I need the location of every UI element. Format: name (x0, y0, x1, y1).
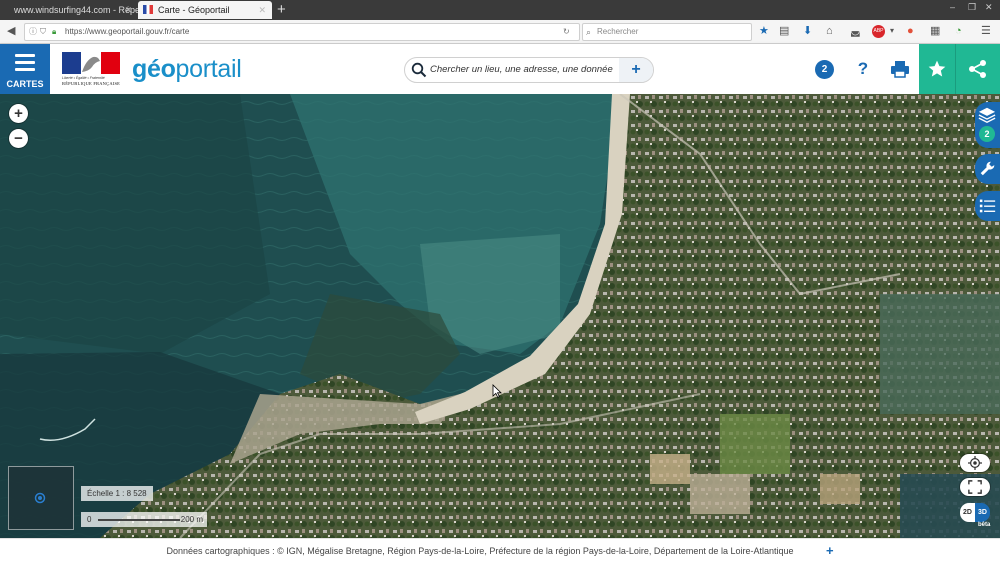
help-button[interactable]: ? (853, 58, 873, 80)
close-tab-icon[interactable]: ✕ (258, 1, 266, 19)
browser-tab-windsurfing[interactable]: www.windsurfing44.com - Répe ✕ (0, 1, 138, 19)
search-icon (411, 62, 427, 78)
scale-label: Échelle 1 : 8 528 (81, 486, 153, 501)
share-button[interactable] (955, 44, 1000, 94)
marianne-tagline: Liberté • Égalité • Fraternité (62, 76, 105, 80)
advanced-search-button[interactable]: + (619, 58, 653, 82)
pocket-icon[interactable]: ◛ (850, 24, 861, 38)
maximize-icon[interactable]: ❐ (968, 2, 976, 13)
scale-bar: 0 200 m (81, 512, 207, 527)
search-icon: ⌕ (586, 27, 592, 37)
search-placeholder: Chercher un lieu, une adresse, une donné… (430, 64, 613, 75)
logo-portail: portail (175, 55, 242, 83)
attribution-footer: Données cartographiques : © IGN, Mégalis… (0, 538, 1000, 564)
overview-minimap[interactable] (8, 466, 74, 530)
bookmark-star-icon[interactable]: ★ (759, 24, 769, 38)
place-search-bar[interactable]: Chercher un lieu, une adresse, une donné… (404, 57, 654, 83)
browser-tab-geoportail[interactable]: Carte - Géoportail ✕ (138, 1, 272, 19)
crosshair-icon (968, 456, 982, 470)
download-icon[interactable]: ⬇ (803, 24, 812, 38)
scale-bar-line (98, 519, 180, 521)
minimize-icon[interactable]: – (950, 2, 955, 12)
browser-toolbar: ◀ ⓘ ⛉ 🔒︎ https://www.geoportail.gouv.fr/… (0, 20, 1000, 44)
list-icon (979, 199, 996, 213)
star-icon (928, 60, 946, 77)
attribution-text: Données cartographiques : © IGN, Mégalis… (166, 546, 794, 556)
republique-francaise-logo[interactable]: Liberté • Égalité • Fraternité RÉPUBLIQU… (62, 52, 120, 88)
refresh-extension-icon[interactable]: ◔ (955, 24, 962, 38)
close-window-icon[interactable]: ✕ (985, 2, 993, 13)
tools-panel-tab[interactable] (975, 154, 1000, 184)
aerial-imagery[interactable] (0, 94, 1000, 538)
print-icon[interactable] (890, 60, 910, 78)
geolocate-button[interactable] (960, 454, 990, 472)
dropdown-icon[interactable]: ▾ (890, 24, 894, 38)
shield-icon[interactable]: ⛉ (40, 25, 46, 39)
hamburger-icon (15, 54, 35, 75)
location-marker-icon (34, 492, 46, 504)
fullscreen-button[interactable] (960, 478, 990, 496)
browser-search-bar[interactable]: ⌕ Rechercher (582, 23, 752, 41)
app-header: CARTES Liberté • Égalité • Fraternité RÉ… (0, 44, 1000, 94)
url-text: https://www.geoportail.gouv.fr/carte (65, 27, 190, 36)
scale-bar-distance: 200 m (180, 515, 203, 524)
favicon-icon (143, 5, 153, 14)
wrench-icon (980, 161, 995, 176)
lock-icon[interactable]: 🔒︎ (52, 25, 56, 39)
mouse-cursor-icon (492, 384, 502, 398)
maps-menu-button[interactable]: CARTES (0, 44, 50, 94)
extension-square-icon[interactable]: ▦ (930, 24, 940, 38)
expand-icon (968, 480, 982, 494)
marianne-republic: RÉPUBLIQUE FRANÇAISE (62, 81, 121, 86)
clipboard-icon[interactable]: ▤ (779, 24, 789, 38)
browser-tab-bar: www.windsurfing44.com - Répe ✕ Carte - G… (0, 0, 1000, 20)
menu-icon[interactable]: ☰ (981, 24, 991, 38)
tab-label: Carte - Géoportail (158, 5, 230, 15)
layers-icon (978, 107, 996, 123)
home-icon[interactable]: ⌂ (826, 24, 833, 38)
geoportail-logo[interactable]: géoportail (132, 54, 242, 84)
layer-count-badge[interactable]: 2 (815, 60, 834, 79)
extension-icon[interactable]: ● (907, 24, 914, 38)
scale-bar-zero: 0 (87, 515, 92, 524)
url-bar[interactable]: ⓘ ⛉ 🔒︎ https://www.geoportail.gouv.fr/ca… (24, 23, 580, 41)
info-icon[interactable]: ⓘ (29, 25, 37, 39)
new-tab-button[interactable]: + (277, 1, 286, 19)
layers-count-badge: 2 (979, 126, 995, 142)
marianne-icon (62, 52, 120, 74)
close-tab-icon[interactable]: ✕ (124, 1, 132, 19)
favorites-button[interactable] (919, 44, 955, 94)
attribution-expand-button[interactable]: + (826, 539, 834, 563)
maps-menu-label: CARTES (6, 79, 44, 89)
2d-3d-toggle[interactable]: 2D 3D (960, 503, 990, 522)
reload-icon[interactable]: ↻ (563, 25, 570, 39)
map-view[interactable]: + − 2 Échelle 1 : 8 528 0 200 m 2D 3D bê… (0, 94, 1000, 538)
browser-search-placeholder: Rechercher (597, 27, 639, 36)
tab-label: www.windsurfing44.com - Répe (14, 5, 138, 15)
layers-panel-tab[interactable]: 2 (975, 102, 1000, 148)
legend-panel-tab[interactable] (975, 191, 1000, 221)
beta-label: bêta (978, 522, 991, 528)
mode-2d-button[interactable]: 2D (960, 503, 975, 522)
back-icon[interactable]: ◀ (7, 24, 15, 38)
logo-geo: géo (132, 55, 176, 83)
adblock-icon[interactable]: ABP (872, 25, 885, 38)
zoom-in-button[interactable]: + (9, 104, 28, 123)
share-icon (969, 60, 986, 78)
zoom-out-button[interactable]: − (9, 129, 28, 148)
